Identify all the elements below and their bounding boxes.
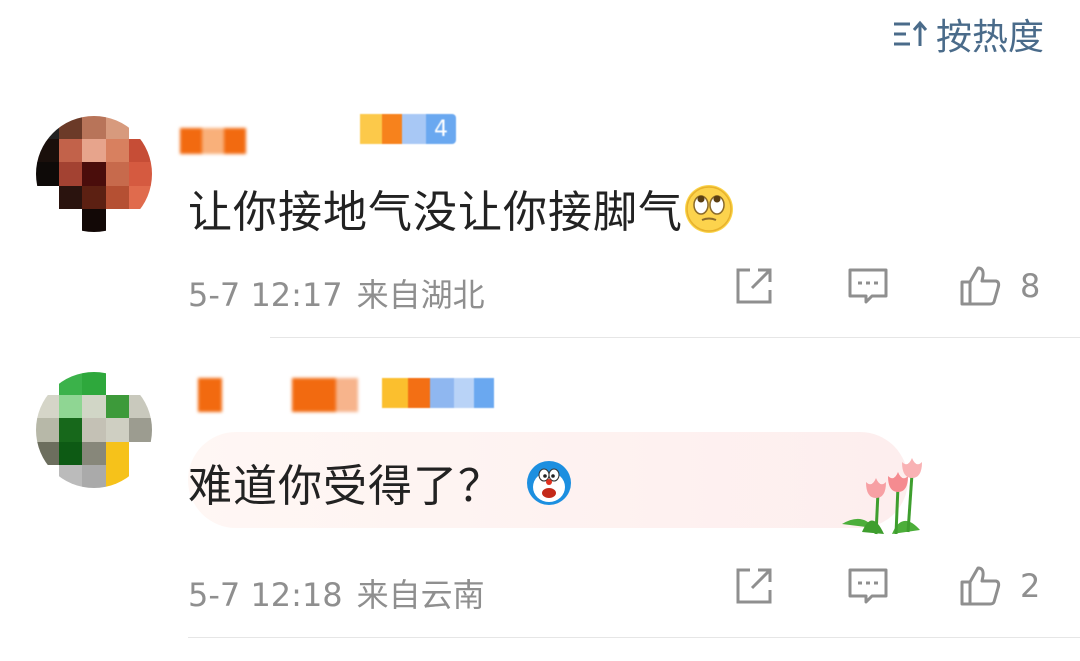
avatar[interactable] (36, 372, 152, 488)
doraemon-emoji-icon (525, 459, 573, 507)
comment-bubble-icon (848, 268, 888, 304)
sort-label: 按热度 (935, 17, 1044, 58)
username-blurred[interactable] (180, 128, 246, 154)
share-button[interactable] (732, 564, 776, 608)
like-count: 2 (1020, 567, 1041, 605)
user-level-badge (382, 378, 494, 408)
avatar[interactable] (36, 116, 152, 232)
comment-actions: 2 (0, 564, 1080, 614)
share-icon (736, 568, 772, 604)
comment-text: 让你接地气没让你接脚气 (188, 176, 733, 240)
reply-button[interactable] (846, 264, 890, 308)
user-level-badge: 4 (360, 114, 456, 144)
tulip-decoration-icon (832, 452, 928, 538)
sort-icon (893, 20, 928, 46)
reply-button[interactable] (846, 564, 890, 608)
badge-number: 4 (426, 114, 456, 144)
comment-text-content: 难道你受得了？ (188, 461, 503, 512)
like-button[interactable]: 2 (958, 564, 1040, 608)
like-button[interactable]: 8 (958, 264, 1040, 308)
share-button[interactable] (732, 264, 776, 308)
like-count: 8 (1020, 267, 1041, 305)
divider (270, 337, 1080, 338)
share-icon (736, 268, 772, 304)
thumbs-up-icon (960, 266, 1001, 306)
comment-actions: 8 (0, 264, 1080, 314)
username-blurred[interactable] (198, 378, 358, 412)
divider (188, 637, 1080, 638)
comment-bubble-icon (848, 568, 888, 604)
comment-text: 难道你受得了？ (188, 450, 573, 514)
thumbs-up-icon (960, 566, 1001, 606)
sort-by-hot-button[interactable]: 按热度 (892, 12, 1044, 58)
comment-text-content: 让你接地气没让你接脚气 (188, 187, 683, 238)
rolling-eyes-emoji-icon (685, 185, 733, 233)
